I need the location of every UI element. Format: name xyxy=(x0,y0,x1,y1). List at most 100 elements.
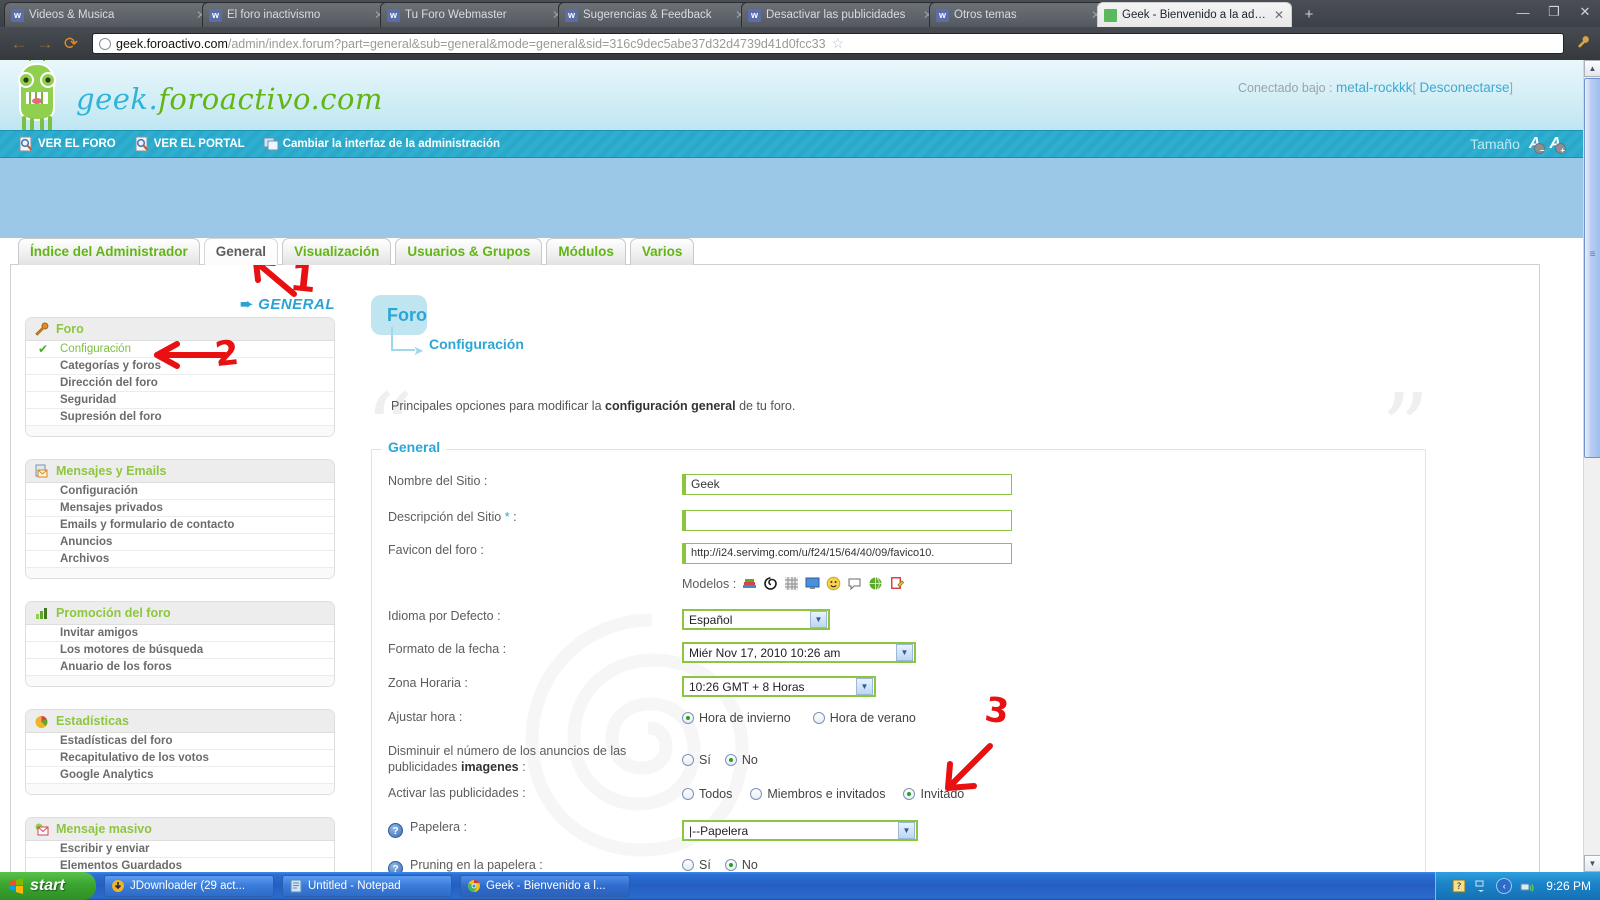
site-name-input[interactable]: Geek xyxy=(682,474,1012,495)
radio-label: Sí xyxy=(699,752,711,767)
sidebar-item-archivos[interactable]: Archivos xyxy=(26,551,334,568)
radio-reduce-ads-si[interactable]: Sí xyxy=(682,753,711,767)
forward-button[interactable]: → xyxy=(32,31,58,57)
scrollbar-thumb[interactable] xyxy=(1584,78,1600,458)
font-decrease-button[interactable]: A xyxy=(1529,135,1545,155)
tab-usuarios-grupos[interactable]: Usuarios & Grupos xyxy=(395,238,543,265)
network-icon[interactable] xyxy=(1520,879,1534,893)
browser-window: Videos & Musica✕El foro inactivismo✕Tu F… xyxy=(0,0,1600,872)
wrench-icon[interactable] xyxy=(1572,35,1594,53)
overflow-icon[interactable] xyxy=(1474,879,1488,893)
books-icon[interactable] xyxy=(742,576,757,591)
tab-general[interactable]: General xyxy=(203,238,279,265)
radio-reduce-ads-no[interactable]: No xyxy=(724,753,758,767)
sidebar-item-escribir-y-enviar[interactable]: Escribir y enviar xyxy=(26,841,334,858)
sidebar-item-configuracion[interactable]: Configuración xyxy=(26,341,334,358)
monitor-icon[interactable] xyxy=(805,576,820,591)
tab-title: El foro inactivismo xyxy=(227,9,321,21)
sidebar-item-invitar-amigos[interactable]: Invitar amigos xyxy=(26,625,334,642)
sidebar-item-motores-de-busqueda[interactable]: Los motores de búsqueda xyxy=(26,642,334,659)
tab-varios[interactable]: Varios xyxy=(629,238,695,265)
taskbar-item-chrome[interactable]: Geek - Bienvenido a l... xyxy=(460,875,630,897)
sidebar-item-estadisticas-del-foro[interactable]: Estadísticas del foro xyxy=(26,733,334,750)
font-increase-button[interactable]: A xyxy=(1549,135,1566,155)
field-control: http://i24.servimg.com/u/f24/15/64/40/09… xyxy=(682,543,1427,564)
radio-pruning-no[interactable]: No xyxy=(724,858,758,872)
field-control: Miér Nov 17, 2010 10:26 am ▼ xyxy=(682,642,1427,663)
sidebar-item-seguridad[interactable]: Seguridad xyxy=(26,392,334,409)
tab-title: Otros temas xyxy=(954,9,1017,21)
grid-icon[interactable] xyxy=(784,576,799,591)
browser-tab[interactable]: El foro inactivismo✕ xyxy=(202,2,392,27)
browser-tab[interactable]: Desactivar las publicidades✕ xyxy=(741,2,941,27)
language-select[interactable]: Español ▼ xyxy=(682,609,830,630)
sidebar-item-categorias-y-foros[interactable]: Categorías y foros xyxy=(26,358,334,375)
logout-link[interactable]: Desconectarse xyxy=(1419,80,1509,95)
sidebar-item-anuncios[interactable]: Anuncios xyxy=(26,534,334,551)
url-path: /admin/index.forum?part=general&sub=gene… xyxy=(227,36,826,51)
trash-select[interactable]: |--Papelera ▼ xyxy=(682,820,918,841)
menu-item-cambiar-interfaz[interactable]: Cambiar la interfaz de la administración xyxy=(263,136,500,152)
radio-activate-ads-invitado[interactable]: Invitado xyxy=(903,787,964,801)
help-icon[interactable]: ? xyxy=(388,823,403,838)
browser-tab[interactable]: Sugerencias & Feedback✕ xyxy=(558,2,753,27)
sidebar-item-elementos-guardados[interactable]: Elementos Guardados xyxy=(26,858,334,872)
globe-icon[interactable] xyxy=(868,576,883,591)
sidebar-item-configuracion-mensajes[interactable]: Configuración xyxy=(26,483,334,500)
sidebar-item-anuario-de-los-foros[interactable]: Anuario de los foros xyxy=(26,659,334,676)
bookmark-star-icon[interactable]: ☆ xyxy=(832,35,845,52)
scroll-up-button[interactable]: ▲ xyxy=(1584,60,1600,77)
sidebar-item-direccion-del-foro[interactable]: Dirección del foro xyxy=(26,375,334,392)
taskbar-item-notepad[interactable]: Untitled - Notepad xyxy=(282,875,452,897)
sidebar-item-supresion-del-foro[interactable]: Supresión del foro xyxy=(26,409,334,426)
radio-activate-ads-todos[interactable]: Todos xyxy=(682,787,732,801)
spiral-icon[interactable] xyxy=(763,576,778,591)
date-format-select[interactable]: Miér Nov 17, 2010 10:26 am ▼ xyxy=(682,642,916,663)
field-row-adjust-time: Ajustar hora : Hora de invierno Hora de … xyxy=(372,710,1427,726)
tab-visualizacion[interactable]: Visualización xyxy=(282,238,392,265)
address-bar[interactable]: geek.foroactivo.com/admin/index.forum?pa… xyxy=(92,33,1564,54)
tab-modulos[interactable]: Módulos xyxy=(546,238,626,265)
radio-pruning-si[interactable]: Sí xyxy=(682,858,711,872)
browser-tab[interactable]: Tu Foro Webmaster✕ xyxy=(380,2,570,27)
tab-close-icon[interactable]: ✕ xyxy=(1273,8,1285,22)
sidebar-group-header: Mensajes y Emails xyxy=(26,460,334,483)
sidebar-item-mensajes-privados[interactable]: Mensajes privados xyxy=(26,500,334,517)
help-icon[interactable]: ? xyxy=(1452,879,1466,893)
menu-item-ver-el-foro[interactable]: VER EL FORO xyxy=(18,136,116,152)
minimize-button[interactable]: — xyxy=(1512,5,1534,20)
start-button[interactable]: start xyxy=(0,872,96,900)
radio-hora-de-verano[interactable]: Hora de verano xyxy=(812,711,916,725)
timezone-select[interactable]: 10:26 GMT + 8 Horas ▼ xyxy=(682,676,876,697)
field-label: Activar las publicidades : xyxy=(388,786,526,800)
reload-button[interactable]: ⟳ xyxy=(58,31,84,57)
bubble-icon[interactable] xyxy=(847,576,862,591)
sidebar-item-emails-y-formulario[interactable]: Emails y formulario de contacto xyxy=(26,517,334,534)
sidebar-item-recapitulativo-de-los-votos[interactable]: Recapitulativo de los votos xyxy=(26,750,334,767)
general-breadcrumb-link[interactable]: ➨ GENERAL xyxy=(25,295,335,313)
radio-hora-de-invierno[interactable]: Hora de invierno xyxy=(682,711,791,725)
close-window-button[interactable]: ✕ xyxy=(1574,4,1596,20)
pie-chart-icon xyxy=(34,714,49,729)
sidebar-item-google-analytics[interactable]: Google Analytics xyxy=(26,767,334,784)
tray-expand-button[interactable]: ‹ xyxy=(1496,878,1513,894)
favicon-input[interactable]: http://i24.servimg.com/u/f24/15/64/40/09… xyxy=(682,543,1012,564)
browser-tab[interactable]: Geek - Bienvenido a la admi... ✕ xyxy=(1097,2,1292,27)
page-scrollbar[interactable]: ▲ ▼ xyxy=(1583,60,1600,872)
notepad-icon[interactable] xyxy=(889,576,905,591)
tab-indice-del-administrador[interactable]: Índice del Administrador xyxy=(18,238,200,265)
help-icon[interactable]: ? xyxy=(388,861,403,872)
scroll-down-button[interactable]: ▼ xyxy=(1584,855,1600,872)
menu-item-ver-el-portal[interactable]: VER EL PORTAL xyxy=(134,136,245,152)
reduce-ads-radio-group: Sí No xyxy=(682,744,1427,775)
radio-activate-ads-miembros-e-invitados[interactable]: Miembros e invitados xyxy=(750,787,885,801)
browser-tab[interactable]: Otros temas✕ xyxy=(929,2,1109,27)
browser-tab[interactable]: Videos & Musica✕ xyxy=(4,2,214,27)
site-description-input[interactable] xyxy=(682,510,1012,531)
smiley-icon[interactable] xyxy=(826,576,841,591)
taskbar-item-jdownloader[interactable]: JDownloader (29 act... xyxy=(104,875,274,897)
restore-button[interactable]: ❐ xyxy=(1543,4,1565,20)
back-button[interactable]: ← xyxy=(6,31,32,57)
taskbar-clock[interactable]: 9:26 PM xyxy=(1546,879,1591,893)
new-tab-button[interactable]: + xyxy=(1296,5,1322,25)
